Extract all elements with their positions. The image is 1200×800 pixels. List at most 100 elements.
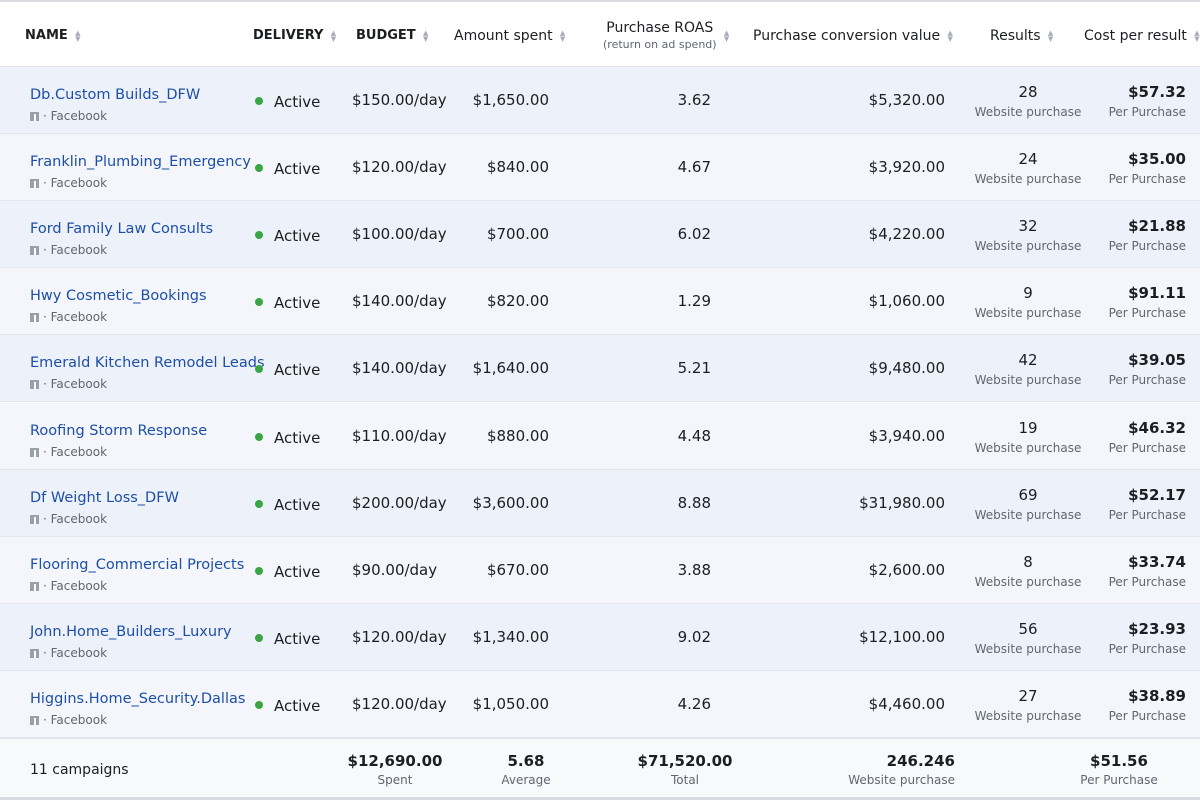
amount-spent-value: $1,640.00 xyxy=(472,359,549,378)
results-value: 69 xyxy=(1018,485,1038,504)
column-header-delivery[interactable]: DELIVERY ▲ ▼ xyxy=(253,28,337,43)
facebook-icon xyxy=(30,648,39,658)
cost-per-result-cell: $52.17 Per Purchase xyxy=(1096,486,1186,522)
amount-spent-value: $1,340.00 xyxy=(472,627,549,646)
results-type: Website purchase xyxy=(974,708,1082,723)
total-results-label: Website purchase xyxy=(848,773,955,787)
facebook-icon xyxy=(30,246,39,256)
facebook-icon xyxy=(30,447,39,457)
platform-text: · Facebook xyxy=(43,444,108,459)
column-header-budget[interactable]: BUDGET ▲ ▼ xyxy=(356,28,430,43)
results-cell: 27 Website purchase xyxy=(968,687,1088,723)
budget-value[interactable]: $90.00/day xyxy=(352,561,437,579)
amount-spent-value: $700.00 xyxy=(486,225,549,244)
amount-spent-value: $880.00 xyxy=(486,426,549,445)
average-roas-label: Average xyxy=(501,773,551,787)
campaign-name-link[interactable]: Hwy Cosmetic_Bookings xyxy=(30,288,207,304)
table-row[interactable]: Roofing Storm Response · Facebook Active… xyxy=(0,402,1200,470)
header-label: Purchase ROAS xyxy=(606,20,714,36)
column-header-cost-per-result[interactable]: Cost per result ▲ ▼ xyxy=(1084,28,1200,44)
sort-icon: ▲ ▼ xyxy=(723,28,730,43)
cost-per-result-value: $57.32 xyxy=(1128,83,1186,101)
campaign-name-link[interactable]: Roofing Storm Response xyxy=(30,423,207,439)
roas-value: 3.62 xyxy=(677,91,711,109)
results-value: 32 xyxy=(1018,217,1038,236)
table-row[interactable]: John.Home_Builders_Luxury · Facebook Act… xyxy=(0,603,1200,671)
campaign-name-link[interactable]: Emerald Kitchen Remodel Leads xyxy=(30,355,265,371)
column-header-name[interactable]: NAME ▲ ▼ xyxy=(25,28,82,43)
total-results: 246.246 Website purchase xyxy=(835,752,955,787)
delivery-status: Active xyxy=(274,361,321,380)
cost-per-result-value: $35.00 xyxy=(1128,150,1186,169)
column-header-results[interactable]: Results ▲ ▼ xyxy=(990,28,1055,44)
platform-label: · Facebook xyxy=(30,579,107,593)
table-header: NAME ▲ ▼ DELIVERY ▲ ▼ BUDGET ▲ ▼ Amount spent ▲… xyxy=(0,0,1200,67)
table-row[interactable]: Db.Custom Builds_DFW · Facebook Active $… xyxy=(0,67,1200,134)
campaign-name-link[interactable]: Franklin_Plumbing_Emergency xyxy=(30,154,251,170)
header-label: BUDGET xyxy=(356,28,416,43)
table-row[interactable]: Hwy Cosmetic_Bookings · Facebook Active … xyxy=(0,268,1200,336)
roas-value: 4.67 xyxy=(677,158,711,177)
cost-per-result-cell: $57.32 Per Purchase xyxy=(1096,83,1186,119)
cost-per-result-type: Per Purchase xyxy=(1108,708,1186,723)
budget-value[interactable]: $150.00/day xyxy=(352,91,447,109)
cost-per-result-cell: $46.32 Per Purchase xyxy=(1096,419,1186,455)
amount-spent-value: $1,050.00 xyxy=(472,694,549,713)
cost-per-result-type: Per Purchase xyxy=(1108,306,1186,321)
sort-icon: ▲ ▼ xyxy=(559,29,566,43)
roas-value: 6.02 xyxy=(677,225,711,244)
amount-spent-value: $670.00 xyxy=(486,560,549,579)
budget-value[interactable]: $120.00/day xyxy=(352,695,447,713)
total-results-value: 246.246 xyxy=(886,752,955,770)
platform-text: · Facebook xyxy=(43,310,108,325)
status-active-dot-icon xyxy=(255,499,263,508)
column-header-conversion-value[interactable]: Purchase conversion value ▲ ▼ xyxy=(753,28,954,44)
platform-text: · Facebook xyxy=(43,578,108,593)
table-row[interactable]: Emerald Kitchen Remodel Leads · Facebook… xyxy=(0,335,1200,403)
delivery-status: Active xyxy=(274,629,321,648)
total-conversion-value: $71,520.00 Total xyxy=(635,752,735,787)
header-label: Purchase conversion value xyxy=(753,28,941,44)
table-row[interactable]: Higgins.Home_Security.Dallas · Facebook … xyxy=(0,670,1200,738)
platform-text: · Facebook xyxy=(43,645,108,660)
column-header-amount-spent[interactable]: Amount spent ▲ ▼ xyxy=(454,28,567,44)
campaign-name-link[interactable]: Df Weight Loss_DFW xyxy=(30,490,179,506)
conversion-value: $3,920.00 xyxy=(868,158,945,177)
campaign-name-link[interactable]: John.Home_Builders_Luxury xyxy=(30,624,232,640)
amount-spent-value: $1,650.00 xyxy=(472,91,549,109)
budget-value[interactable]: $120.00/day xyxy=(352,158,447,176)
results-cell: 19 Website purchase xyxy=(968,419,1088,455)
budget-value[interactable]: $200.00/day xyxy=(352,494,447,512)
budget-value[interactable]: $140.00/day xyxy=(352,359,447,377)
cost-per-result-value: $38.89 xyxy=(1128,686,1186,705)
roas-value: 3.88 xyxy=(677,560,711,579)
budget-value[interactable]: $100.00/day xyxy=(352,225,447,243)
campaign-name-link[interactable]: Ford Family Law Consults xyxy=(30,221,213,237)
results-type: Website purchase xyxy=(974,105,1082,119)
roas-value: 5.21 xyxy=(677,359,711,378)
campaign-name-link[interactable]: Flooring_Commercial Projects xyxy=(30,557,244,573)
table-row[interactable]: Df Weight Loss_DFW · Facebook Active $20… xyxy=(0,469,1200,537)
cost-per-result-type: Per Purchase xyxy=(1108,172,1186,187)
campaign-name-link[interactable]: Higgins.Home_Security.Dallas xyxy=(30,691,245,707)
results-cell: 69 Website purchase xyxy=(968,486,1088,522)
column-header-roas[interactable]: Purchase ROAS (return on ad spend) ▲ ▼ xyxy=(603,20,731,51)
table-row[interactable]: Flooring_Commercial Projects · Facebook … xyxy=(0,536,1200,604)
table-row[interactable]: Ford Family Law Consults · Facebook Acti… xyxy=(0,201,1200,269)
status-active-dot-icon xyxy=(255,700,263,709)
conversion-value: $1,060.00 xyxy=(868,292,945,311)
table-row[interactable]: Franklin_Plumbing_Emergency · Facebook A… xyxy=(0,134,1200,202)
budget-value[interactable]: $110.00/day xyxy=(352,427,447,445)
platform-label: · Facebook xyxy=(30,377,107,391)
delivery-status: Active xyxy=(274,696,321,715)
header-sublabel: (return on ad spend) xyxy=(603,38,717,51)
budget-value[interactable]: $140.00/day xyxy=(352,292,447,310)
results-type: Website purchase xyxy=(974,507,1082,522)
results-value: 28 xyxy=(1018,83,1038,101)
budget-value[interactable]: $120.00/day xyxy=(352,628,447,646)
cost-per-result-type: Per Purchase xyxy=(1108,574,1186,589)
conversion-value: $2,600.00 xyxy=(868,560,945,579)
results-value: 42 xyxy=(1018,351,1038,370)
campaign-name-link[interactable]: Db.Custom Builds_DFW xyxy=(30,87,200,103)
cost-per-result-cell: $21.88 Per Purchase xyxy=(1096,217,1186,253)
